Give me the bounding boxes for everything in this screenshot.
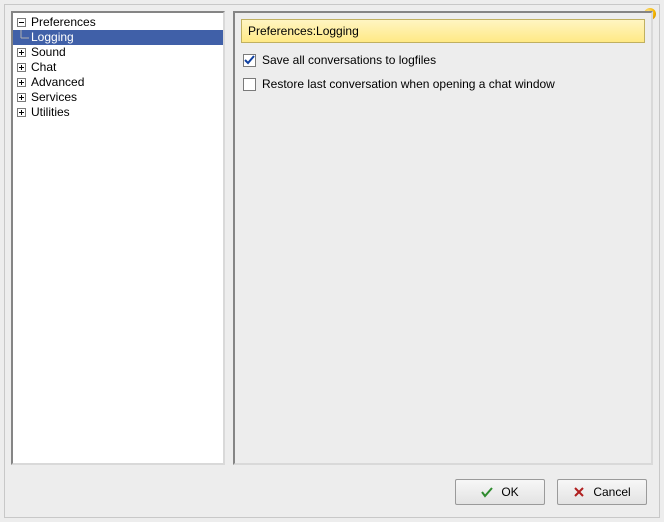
tree-gutter — [13, 108, 29, 117]
option-label: Save all conversations to logfiles — [262, 53, 436, 67]
expand-icon[interactable] — [17, 93, 26, 102]
tree-item-label: Preferences — [29, 15, 96, 30]
dialog-frame: Preferences Logging Sound — [4, 4, 660, 518]
button-label: OK — [501, 485, 518, 499]
tree-item-label: Advanced — [29, 75, 84, 90]
tree-branch-icon — [13, 30, 29, 45]
button-label: Cancel — [593, 485, 630, 499]
check-icon — [481, 486, 493, 498]
tree-item-sound[interactable]: Sound — [13, 45, 223, 60]
collapse-icon[interactable] — [17, 18, 26, 27]
tree-item-preferences[interactable]: Preferences — [13, 15, 223, 30]
expand-icon[interactable] — [17, 78, 26, 87]
option-restore-last-conversation[interactable]: Restore last conversation when opening a… — [243, 77, 643, 91]
option-save-conversations[interactable]: Save all conversations to logfiles — [243, 53, 643, 67]
tree-gutter — [13, 63, 29, 72]
tree-item-logging[interactable]: Logging — [13, 30, 223, 45]
ok-button[interactable]: OK — [455, 479, 545, 505]
tree-item-label: Utilities — [29, 105, 70, 120]
option-label: Restore last conversation when opening a… — [262, 77, 555, 91]
checkbox-unchecked-icon[interactable] — [243, 78, 256, 91]
expand-icon[interactable] — [17, 48, 26, 57]
dialog-button-bar: OK Cancel — [455, 479, 647, 505]
tree-gutter — [13, 93, 29, 102]
tree-gutter — [13, 48, 29, 57]
expand-icon[interactable] — [17, 108, 26, 117]
preferences-tree: Preferences Logging Sound — [11, 11, 225, 465]
pane-title: Preferences:Logging — [241, 19, 645, 43]
tree-gutter — [13, 18, 29, 27]
tree-item-label: Services — [29, 90, 77, 105]
dialog-content: Preferences Logging Sound — [11, 11, 653, 465]
cross-icon — [573, 486, 585, 498]
tree-item-services[interactable]: Services — [13, 90, 223, 105]
cancel-button[interactable]: Cancel — [557, 479, 647, 505]
tree-item-chat[interactable]: Chat — [13, 60, 223, 75]
settings-pane: Preferences:Logging Save all conversatio… — [233, 11, 653, 465]
tree-item-label: Sound — [29, 45, 66, 60]
tree-item-label: Chat — [29, 60, 56, 75]
tree-item-label: Logging — [29, 30, 74, 45]
tree-item-utilities[interactable]: Utilities — [13, 105, 223, 120]
expand-icon[interactable] — [17, 63, 26, 72]
tree-item-advanced[interactable]: Advanced — [13, 75, 223, 90]
tree-gutter — [13, 78, 29, 87]
checkbox-checked-icon[interactable] — [243, 54, 256, 67]
